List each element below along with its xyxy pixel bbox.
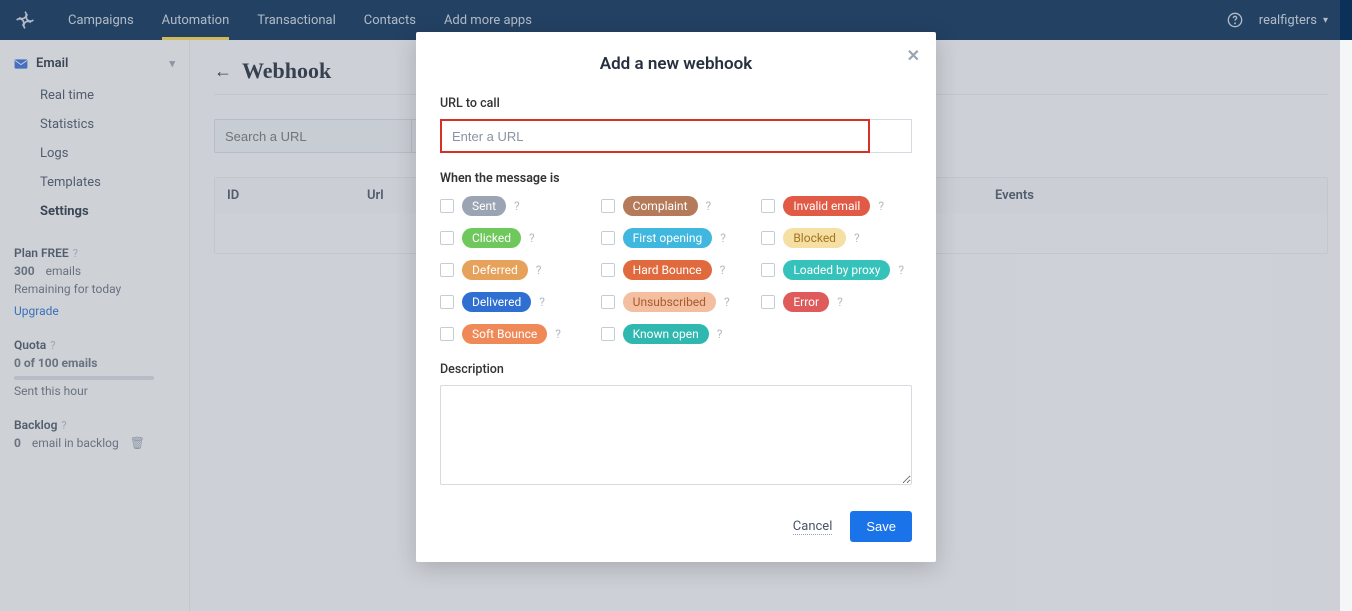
event-checkbox-delivered[interactable]: [440, 295, 454, 309]
event-checkbox-blocked[interactable]: [761, 231, 775, 245]
event-checkbox-known-open[interactable]: [601, 327, 615, 341]
event-blocked: Blocked?: [761, 228, 912, 248]
event-hard-bounce: Hard Bounce?: [601, 260, 752, 280]
help-icon[interactable]: ?: [717, 327, 723, 341]
url-addon: [870, 119, 912, 153]
help-icon[interactable]: ?: [539, 295, 545, 309]
event-pill: First opening: [623, 228, 713, 248]
close-icon[interactable]: ✕: [907, 46, 920, 65]
help-icon[interactable]: ?: [724, 295, 730, 309]
event-checkbox-sent[interactable]: [440, 199, 454, 213]
event-checkbox-hard-bounce[interactable]: [601, 263, 615, 277]
event-checkbox-error[interactable]: [761, 295, 775, 309]
event-checkbox-deferred[interactable]: [440, 263, 454, 277]
event-checkbox-first-opening[interactable]: [601, 231, 615, 245]
description-label: Description: [440, 362, 912, 377]
event-pill: Unsubscribed: [623, 292, 716, 312]
event-checkbox-loaded-by-proxy[interactable]: [761, 263, 775, 277]
url-input[interactable]: [440, 119, 870, 153]
event-pill: Delivered: [462, 292, 531, 312]
event-pill: Known open: [623, 324, 709, 344]
help-icon[interactable]: ?: [529, 231, 535, 245]
event-delivered: Delivered?: [440, 292, 591, 312]
event-checkbox-soft-bounce[interactable]: [440, 327, 454, 341]
event-unsubscribed: Unsubscribed?: [601, 292, 752, 312]
description-textarea[interactable]: [440, 385, 912, 485]
help-icon[interactable]: ?: [720, 231, 726, 245]
event-sent: Sent?: [440, 196, 591, 216]
help-icon[interactable]: ?: [536, 263, 542, 277]
event-pill: Error: [783, 292, 829, 312]
help-icon[interactable]: ?: [555, 327, 561, 341]
cancel-button[interactable]: Cancel: [793, 519, 833, 535]
event-checkbox-clicked[interactable]: [440, 231, 454, 245]
event-pill: Complaint: [623, 196, 698, 216]
help-icon[interactable]: ?: [898, 263, 904, 277]
event-pill: Blocked: [783, 228, 846, 248]
event-pill: Soft Bounce: [462, 324, 547, 344]
event-pill: Hard Bounce: [623, 260, 712, 280]
event-deferred: Deferred?: [440, 260, 591, 280]
event-pill: Deferred: [462, 260, 528, 280]
add-webhook-modal: ✕ Add a new webhook URL to call When the…: [416, 32, 936, 562]
event-known-open: Known open?: [601, 324, 752, 344]
event-soft-bounce: Soft Bounce?: [440, 324, 591, 344]
help-icon[interactable]: ?: [720, 263, 726, 277]
help-icon[interactable]: ?: [878, 199, 884, 213]
event-pill: Clicked: [462, 228, 521, 248]
url-label: URL to call: [440, 96, 912, 111]
event-invalid-email: Invalid email?: [761, 196, 912, 216]
event-checkbox-unsubscribed[interactable]: [601, 295, 615, 309]
help-icon[interactable]: ?: [854, 231, 860, 245]
event-loaded-by-proxy: Loaded by proxy?: [761, 260, 912, 280]
event-first-opening: First opening?: [601, 228, 752, 248]
event-checkbox-invalid-email[interactable]: [761, 199, 775, 213]
event-pill: Sent: [462, 196, 506, 216]
help-icon[interactable]: ?: [706, 199, 712, 213]
event-complaint: Complaint?: [601, 196, 752, 216]
help-icon[interactable]: ?: [514, 199, 520, 213]
event-pill: Loaded by proxy: [783, 260, 890, 280]
save-button[interactable]: Save: [850, 511, 912, 542]
event-pill: Invalid email: [783, 196, 870, 216]
event-checkbox-complaint[interactable]: [601, 199, 615, 213]
when-label: When the message is: [440, 171, 912, 186]
modal-title: Add a new webhook: [440, 54, 912, 74]
help-icon[interactable]: ?: [837, 295, 843, 309]
scrollbar-track[interactable]: [1340, 40, 1352, 611]
event-clicked: Clicked?: [440, 228, 591, 248]
event-error: Error?: [761, 292, 912, 312]
